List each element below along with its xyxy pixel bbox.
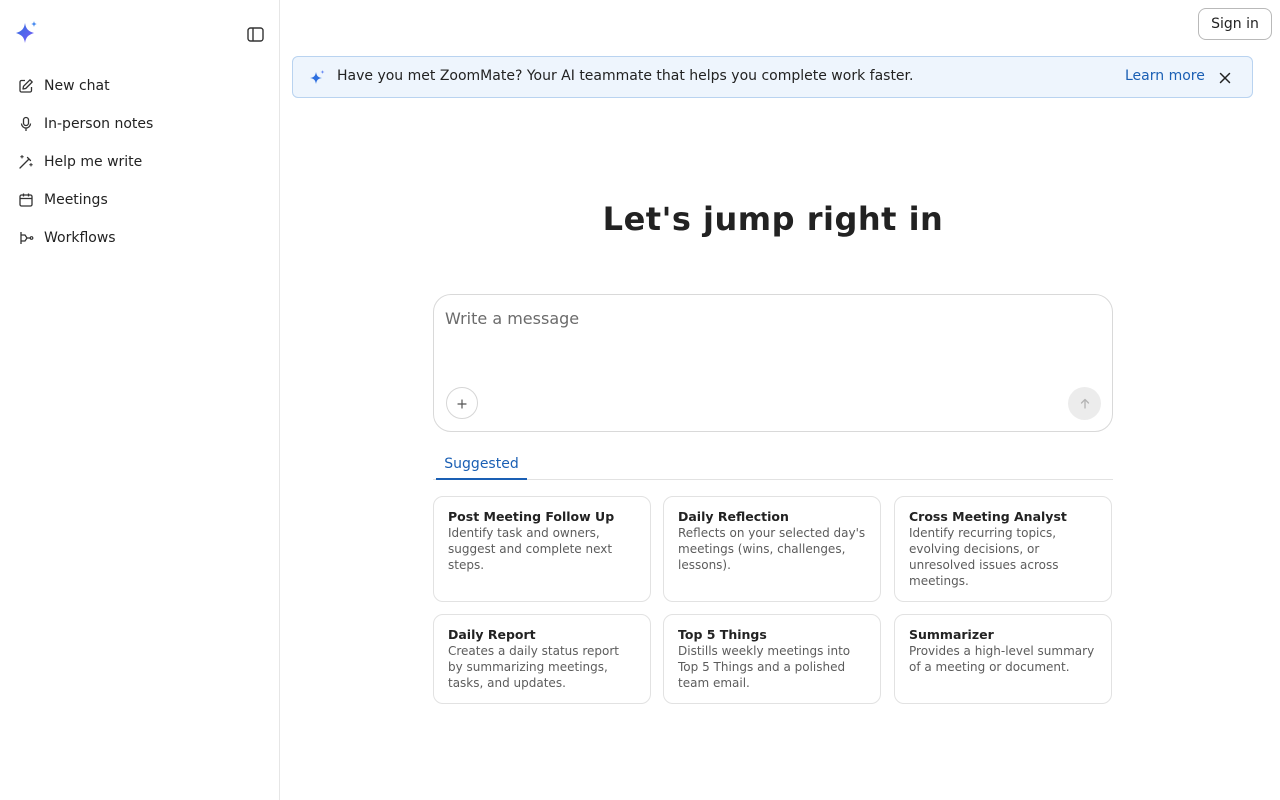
suggestion-card-daily-reflection[interactable]: Daily Reflection Reflects on your select… [663, 496, 881, 602]
card-description: Provides a high-level summary of a meeti… [909, 644, 1095, 674]
message-input[interactable] [445, 309, 1095, 369]
calendar-icon [18, 192, 34, 208]
sidebar-item-label: Workflows [44, 230, 116, 246]
send-button[interactable] [1068, 387, 1101, 420]
card-title: Daily Reflection [678, 509, 789, 524]
suggestion-card-top-5-things[interactable]: Top 5 Things Distills weekly meetings in… [663, 614, 881, 704]
sidebar-item-label: In-person notes [44, 116, 154, 132]
sidebar-item-in-person-notes[interactable]: In-person notes [8, 105, 272, 143]
sparkle-icon [308, 69, 326, 87]
zoommate-banner: Have you met ZoomMate? Your AI teammate … [292, 56, 1253, 98]
card-description: Distills weekly meetings into Top 5 Thin… [678, 644, 851, 690]
card-title: Post Meeting Follow Up [448, 509, 615, 524]
close-icon[interactable] [1217, 70, 1233, 86]
suggestion-card-cross-meeting-analyst[interactable]: Cross Meeting Analyst Identify recurring… [894, 496, 1112, 602]
card-description: Creates a daily status report by summari… [448, 644, 619, 690]
suggestion-card-summarizer[interactable]: Summarizer Provides a high-level summary… [894, 614, 1112, 704]
sign-in-button[interactable]: Sign in [1198, 8, 1272, 40]
workflow-icon [18, 230, 34, 246]
sidebar-item-new-chat[interactable]: New chat [8, 67, 272, 105]
arrow-up-icon [1080, 394, 1090, 413]
sidebar: New chat In-person notes Help me write M… [0, 0, 280, 800]
page-title: Let's jump right in [602, 200, 944, 238]
sidebar-item-workflows[interactable]: Workflows [8, 219, 272, 257]
card-title: Cross Meeting Analyst [909, 509, 1067, 524]
card-description: Reflects on your selected day's meetings… [678, 526, 866, 572]
card-description: Identify recurring topics, evolving deci… [909, 526, 1059, 588]
sidebar-item-label: New chat [44, 78, 110, 94]
sidebar-nav: New chat In-person notes Help me write M… [8, 67, 272, 257]
sidebar-item-label: Meetings [44, 192, 108, 208]
sidebar-item-help-me-write[interactable]: Help me write [8, 143, 272, 181]
sidebar-item-meetings[interactable]: Meetings [8, 181, 272, 219]
microphone-icon [18, 116, 34, 132]
sidebar-toggle-icon[interactable] [244, 24, 266, 44]
banner-text: Have you met ZoomMate? Your AI teammate … [337, 68, 914, 84]
tab-suggested[interactable]: Suggested [436, 450, 527, 480]
suggestion-card-daily-report[interactable]: Daily Report Creates a daily status repo… [433, 614, 651, 704]
card-title: Daily Report [448, 627, 536, 642]
card-title: Top 5 Things [678, 627, 767, 642]
message-composer [433, 294, 1113, 432]
suggestion-tabs: Suggested [433, 450, 1113, 480]
card-title: Summarizer [909, 627, 994, 642]
card-description: Identify task and owners, suggest and co… [448, 526, 613, 572]
edit-icon [18, 78, 34, 94]
zoom-ai-logo-icon[interactable] [13, 20, 39, 46]
add-attachment-button[interactable] [446, 387, 478, 419]
learn-more-link[interactable]: Learn more [1125, 68, 1205, 84]
app-root: New chat In-person notes Help me write M… [0, 0, 1280, 800]
sidebar-item-label: Help me write [44, 154, 143, 170]
suggestion-card-post-meeting-follow-up[interactable]: Post Meeting Follow Up Identify task and… [433, 496, 651, 602]
magic-wand-icon [18, 154, 34, 170]
plus-icon [457, 394, 467, 413]
